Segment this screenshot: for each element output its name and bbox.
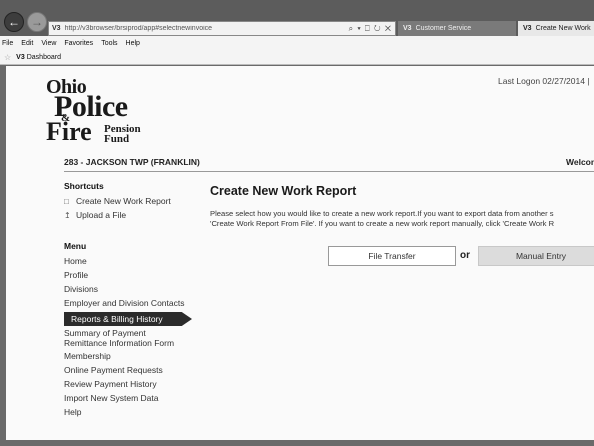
shortcut-create-new-work-report[interactable]: □ Create New Work Report [64, 196, 171, 206]
menu-item-online-payment-requests[interactable]: Online Payment Requests [64, 365, 163, 375]
logo-fire: Fire [46, 117, 92, 146]
document-icon: □ [64, 196, 69, 206]
employer-name: 283 - JACKSON TWP (FRANKLIN) [64, 157, 200, 167]
page-content: Ohio Police & Fire Pension Fund Last Log… [6, 66, 594, 440]
address-tools-icons[interactable]: ⌕ ▾ ⎕ ↻ ✕ [349, 24, 392, 34]
shortcut-upload-file[interactable]: ↥ Upload a File [64, 210, 126, 220]
menu-item-review-payment-history[interactable]: Review Payment History [64, 379, 157, 389]
menu-item-home[interactable]: Home [64, 256, 87, 266]
menu-item-reports-billing-history[interactable]: Reports & Billing History [64, 312, 192, 326]
tab-favicon: V3 [403, 25, 412, 32]
menu-tools[interactable]: Tools [101, 40, 117, 47]
menu-item-membership[interactable]: Membership [64, 351, 111, 361]
tab-create-new-work[interactable]: V3 Create New Work [518, 21, 594, 36]
shortcut-label: Upload a File [76, 210, 127, 220]
description-line: Please select how you would like to crea… [210, 209, 554, 218]
menu-heading: Menu [64, 241, 87, 251]
description-line: 'Create Work Report From File'. If you w… [210, 219, 555, 228]
shortcut-label: Create New Work Report [76, 196, 171, 206]
back-button[interactable]: ← [4, 12, 24, 32]
menu-item-help[interactable]: Help [64, 407, 81, 417]
star-icon[interactable]: ☆ [4, 53, 11, 62]
arrow-right-icon: → [31, 15, 43, 29]
address-url[interactable]: http://v3browser/brsiprod/app#selectnewi… [65, 25, 349, 32]
shortcuts-heading: Shortcuts [64, 181, 104, 191]
menu-help[interactable]: Help [126, 40, 140, 47]
upload-icon: ↥ [64, 210, 71, 220]
browser-titlebar: ← → V3 http://v3browser/brsiprod/app#sel… [0, 0, 594, 36]
page-description: Please select how you would like to crea… [210, 209, 594, 229]
ohio-police-fire-logo[interactable]: Ohio Police & Fire Pension Fund [46, 76, 166, 145]
page-title: Create New Work Report [210, 184, 357, 198]
menu-item-import-new-system-data[interactable]: Import New System Data [64, 393, 158, 403]
welcome-text: Welcom [566, 157, 594, 167]
header-divider [64, 171, 594, 172]
logo-fund: Fund [104, 133, 130, 145]
or-separator: or [460, 250, 470, 261]
tab-label: Create New Work [535, 25, 591, 32]
menu-item-summary-of-payment[interactable]: Summary of Payment [64, 328, 146, 338]
menu-view[interactable]: View [41, 40, 56, 47]
file-transfer-button[interactable]: File Transfer [328, 246, 456, 266]
menu-favorites[interactable]: Favorites [64, 40, 93, 47]
tab-label: Customer Service [415, 25, 472, 32]
tab-favicon: V3 [523, 25, 532, 32]
last-logon: Last Logon 02/27/2014 | [498, 76, 590, 86]
menu-file[interactable]: File [2, 40, 13, 47]
tab-customer-service[interactable]: V3 Customer Service [398, 21, 516, 36]
forward-button[interactable]: → [27, 12, 47, 32]
favorites-bar: ☆ V3 Dashboard [0, 50, 594, 65]
manual-entry-button[interactable]: Manual Entry [478, 246, 594, 266]
favorite-favicon: V3 [16, 53, 25, 61]
menu-item-profile[interactable]: Profile [64, 270, 88, 280]
address-bar[interactable]: V3 http://v3browser/brsiprod/app#selectn… [48, 21, 396, 36]
favorite-dashboard[interactable]: Dashboard [27, 54, 61, 61]
menu-item-divisions[interactable]: Divisions [64, 284, 98, 294]
browser-menubar: File Edit View Favorites Tools Help [0, 36, 594, 50]
menu-item-remittance-form[interactable]: Remittance Information Form [64, 338, 174, 348]
arrow-left-icon: ← [8, 15, 20, 29]
menu-edit[interactable]: Edit [21, 40, 33, 47]
menu-item-employer-contacts[interactable]: Employer and Division Contacts [64, 298, 184, 308]
menu-item-label: Reports & Billing History [71, 314, 163, 324]
site-favicon: V3 [52, 25, 61, 32]
